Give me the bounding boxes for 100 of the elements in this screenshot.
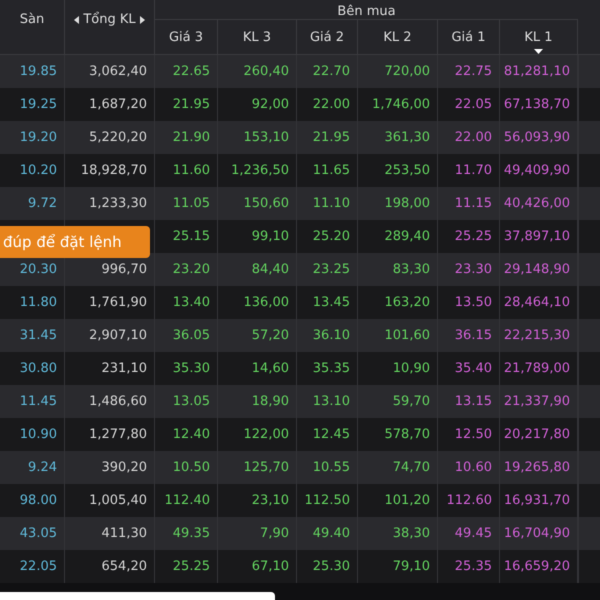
table-cell-text: 23,10	[252, 492, 289, 510]
table-cell-text: 36.10	[312, 326, 350, 345]
table-cell-text: 13.05	[172, 392, 210, 411]
table-cell-text: 35.35	[312, 360, 350, 378]
table-cell-text: 12.50	[454, 426, 492, 444]
table-cell-text: 101,20	[384, 492, 430, 510]
table-cell-text: 29,148,90	[504, 260, 570, 279]
table-cell-text: 67,138,70	[504, 96, 570, 114]
table-cell-text: 11.45	[20, 392, 57, 411]
table-cell-text: 720,00	[384, 62, 430, 81]
table-cell-text: 22.65	[172, 62, 210, 81]
table-cell-text: 28,464,10	[504, 294, 570, 312]
table-cell-text: 20,217,80	[504, 426, 570, 444]
table-cell-text: 260,40	[244, 62, 289, 81]
table-cell-text: 22,215,30	[504, 326, 570, 345]
table-cell-text: 150,60	[244, 194, 289, 213]
table-cell-text: 49.45	[454, 524, 492, 543]
table-cell-text: 19.85	[20, 62, 57, 81]
table-cell-text: 92,00	[252, 96, 289, 114]
table-cell-text: 1,277,80	[89, 426, 147, 444]
table-cell-text: 25.25	[172, 558, 210, 576]
table-cell-text: 654,20	[102, 558, 147, 576]
table-cell-text: 25.30	[312, 558, 350, 576]
column-header[interactable]: Giá 3	[168, 28, 204, 47]
table-cell-text: 125,70	[244, 458, 289, 477]
table-cell-text: 22.70	[312, 62, 350, 81]
table-cell-text: 98.00	[20, 492, 57, 510]
table-cell-text: 23.20	[172, 260, 210, 279]
table-cell-text: 25.15	[172, 228, 210, 246]
table-cell-text: 13.45	[312, 294, 350, 312]
table-cell-text: 56,093,90	[504, 128, 570, 147]
table-cell-text: 1,486,60	[89, 392, 147, 411]
table-cell-text: 3,062,40	[89, 62, 147, 81]
table-cell-text: 2,907,10	[89, 326, 147, 345]
column-header[interactable]: Tổng KL	[74, 10, 145, 30]
left-arrow-icon[interactable]	[74, 16, 80, 24]
column-header[interactable]: KL 3	[242, 28, 272, 47]
group-header: Bên mua	[337, 4, 396, 18]
column-header[interactable]: KL 1	[524, 28, 553, 54]
tooltip-text: đúp để đặt lệnh	[3, 232, 122, 253]
table-cell-text: 21.90	[172, 128, 210, 147]
table-cell-text: 10.50	[172, 458, 210, 477]
table-cell-text: 112.40	[164, 492, 210, 510]
table-cell-text: 25.35	[454, 558, 492, 576]
table-cell-text: 411,30	[102, 524, 147, 543]
table-cell-text: 57,20	[252, 326, 289, 345]
table-cell-text: 1,687,20	[89, 96, 147, 114]
table-cell-text: 22.00	[312, 96, 350, 114]
table-cell-text: 16,931,70	[504, 492, 570, 510]
table-cell-text: 1,233,30	[89, 194, 147, 213]
table-cell-text: 122,00	[244, 426, 289, 444]
table-cell-text: 19,265,80	[504, 458, 570, 477]
table-cell-text: 11.70	[454, 162, 492, 180]
table-cell-text: 81,281,10	[504, 62, 570, 81]
table-cell-text: 18,928,70	[80, 162, 147, 180]
table-cell-text: 12.45	[312, 426, 350, 444]
table-cell-text: 136,00	[244, 294, 289, 312]
column-header[interactable]: KL 2	[383, 28, 412, 47]
table-cell-text: 390,20	[102, 458, 147, 477]
table-cell-text: 163,20	[384, 294, 430, 312]
table-cell-text: 9.24	[28, 458, 57, 477]
table-cell-text: 1,236,50	[231, 162, 289, 180]
table-cell-text: 19.25	[20, 96, 57, 114]
table-cell-text: 9.72	[28, 194, 57, 213]
table-cell-text: 13.10	[312, 392, 350, 411]
table-cell-text: 13.40	[172, 294, 210, 312]
table-cell-text: 996,70	[102, 260, 147, 279]
table-cell-text: 22.00	[454, 128, 492, 147]
table-cell-text: 1,761,90	[89, 294, 147, 312]
table-cell-text: 40,426,00	[504, 194, 570, 213]
table-cell-text: 11.65	[312, 162, 350, 180]
table-cell-text: 79,10	[392, 558, 430, 576]
table-cell-text: 22.75	[454, 62, 492, 81]
table-cell-text: 36.05	[172, 326, 210, 345]
table-cell-text: 21,789,00	[504, 360, 570, 378]
table-cell-text: 11.15	[454, 194, 492, 213]
table-cell-text: 35.30	[172, 360, 210, 378]
table-cell-text: 23.30	[454, 260, 492, 279]
table-cell-text: 13.50	[454, 294, 492, 312]
table-cell-text: 99,10	[252, 228, 289, 246]
table-cell-text: 14,60	[252, 360, 289, 378]
table-cell-text: 21.95	[312, 128, 350, 147]
table-cell-text: 361,30	[384, 128, 430, 147]
table-cell-text: 11.60	[172, 162, 210, 180]
table-cell-text: 1,005,40	[89, 492, 147, 510]
table-cell-text: 19.20	[20, 128, 57, 147]
column-header[interactable]: Giá 2	[310, 28, 344, 47]
table-cell-text: 12.40	[172, 426, 210, 444]
right-arrow-icon[interactable]	[140, 16, 145, 24]
table-cell-text: 10.20	[20, 162, 57, 180]
table-cell-text: 30.80	[20, 360, 57, 378]
table-cell-text: 23.25	[312, 260, 350, 279]
table-cell-text: 84,40	[252, 260, 289, 279]
table-cell-text: 578,70	[384, 426, 430, 444]
column-header[interactable]: Giá 1	[451, 28, 486, 47]
table-cell-text: 253,50	[384, 162, 430, 180]
table-cell-text: 16,704,90	[504, 524, 570, 543]
table-cell-text: 83,30	[392, 260, 430, 279]
table-cell-text: 11.10	[312, 194, 350, 213]
column-header[interactable]: Sàn	[20, 10, 44, 30]
